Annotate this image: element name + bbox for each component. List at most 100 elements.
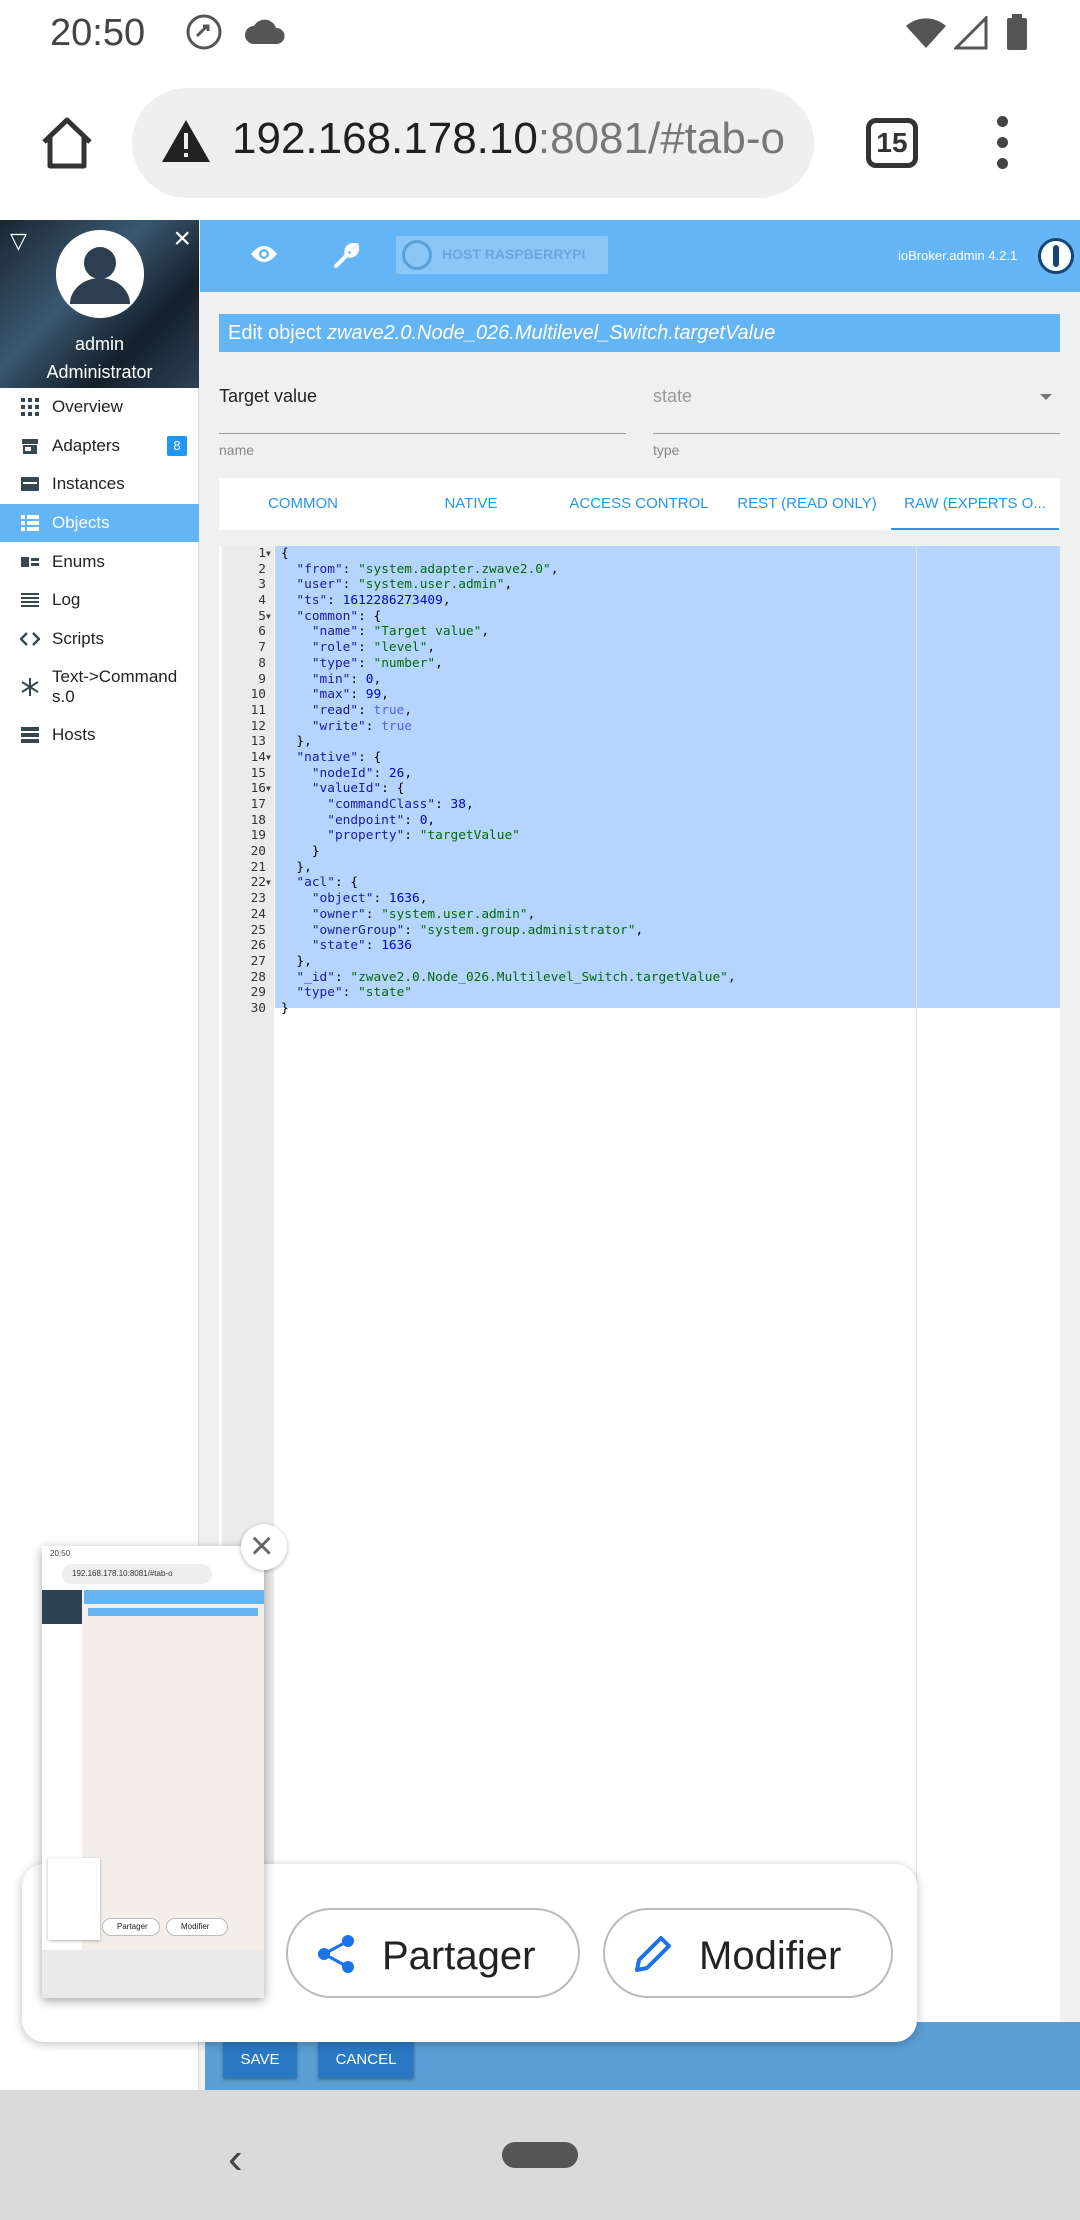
line-number: 13 [250, 734, 266, 750]
version-label: ioBroker.admin 4.2.1 [898, 248, 1018, 263]
eye-icon[interactable] [250, 244, 278, 269]
edit-button[interactable]: Modifier [603, 1908, 893, 1998]
thumb-edit-button: Modifier [166, 1918, 228, 1936]
fold-arrow-icon[interactable]: ▼ [266, 546, 271, 562]
sidebar-item-label: Instances [52, 474, 125, 494]
tab-rest[interactable]: REST (READ ONLY) [723, 478, 891, 530]
tab-native[interactable]: NATIVE [387, 478, 555, 530]
line-number: 15 [250, 765, 266, 781]
code-text: "write": true [311, 718, 413, 734]
close-sidebar-icon[interactable]: × [173, 222, 191, 256]
json-editor[interactable]: 1 ▼{2 "from": "system.adapter.zwave2.0", 3… [219, 546, 1060, 2076]
battery-icon [1006, 14, 1028, 55]
avatar [56, 230, 144, 318]
type-select[interactable]: state [653, 374, 1060, 434]
code-text: } [281, 1000, 289, 1016]
iobroker-logo-icon [402, 240, 432, 270]
save-button[interactable]: SAVE [223, 2042, 297, 2078]
thumb-navbar [42, 1950, 264, 1998]
line-number: 16 [250, 781, 266, 797]
share-button[interactable]: Partager [286, 1908, 580, 1998]
code-text: "role": "level", [311, 640, 436, 656]
screenshot-thumbnail[interactable]: 20:50 192.168.178.10:8081/#tab-o Partage… [42, 1546, 264, 1998]
host-selector[interactable]: HOST RASPBERRYPI [396, 236, 608, 274]
fold-arrow-icon[interactable]: ▼ [266, 750, 271, 766]
fold-arrow-icon[interactable]: ▼ [266, 609, 271, 625]
line-number: 6 [258, 624, 266, 640]
sidebar-item-enums[interactable]: Enums [0, 542, 199, 581]
code-text: "nodeId": 26, [311, 765, 413, 781]
sidebar-item-log[interactable]: Log [0, 581, 199, 620]
fold-arrow-icon[interactable]: ▼ [266, 875, 271, 891]
code-text: "commandClass": 38, [327, 797, 474, 812]
print-margin [916, 546, 917, 2076]
name-value: Target value [219, 386, 318, 406]
code-text: "object": 1636, [311, 891, 428, 907]
line-number: 18 [250, 812, 266, 828]
line-number: 7 [258, 640, 266, 656]
share-label: Partager [382, 1934, 536, 1978]
sidebar-item-scripts[interactable]: Scripts [0, 620, 199, 659]
code-text: "owner": "system.user.admin", [311, 906, 536, 922]
code-text: } [281, 844, 320, 860]
line-number: 1 [258, 546, 266, 561]
line-number: 24 [250, 906, 266, 922]
warning-icon [160, 118, 212, 169]
code-text: "ts": 1612286273409, [296, 593, 451, 609]
user-name: admin [74, 334, 125, 354]
tab-switcher-button[interactable]: 15 [866, 118, 918, 168]
dialog-title: Edit object zwave2.0.Node_026.Multilevel… [219, 314, 1060, 352]
sidebar-item-label: Adapters [52, 435, 121, 455]
wrench-icon[interactable] [332, 242, 360, 275]
url-bar[interactable]: 192.168.178.10:8081/#tab-o [132, 88, 814, 198]
sidebar-item-objects[interactable]: Objects [0, 503, 199, 543]
type-label: type [653, 442, 680, 458]
sidebar-item-label: Hosts [52, 725, 96, 745]
user-role: Administrator [46, 362, 153, 382]
cancel-button[interactable]: CANCEL [318, 2042, 414, 2078]
home-icon[interactable] [36, 112, 98, 174]
sidebar-item-adapters[interactable]: Adapters 8 [0, 427, 199, 466]
line-number: 3 [258, 577, 266, 593]
top-toolbar: HOST RASPBERRYPI ioBroker.admin 4.2.1 [200, 220, 1080, 292]
name-field[interactable]: Target value [219, 374, 626, 434]
url-text: 192.168.178.10:8081/#tab-o [232, 114, 785, 163]
line-number: 23 [250, 891, 266, 907]
share-icon [318, 1935, 354, 1973]
browser-toolbar: 192.168.178.10:8081/#tab-o 15 [0, 66, 1080, 220]
sidebar-item-label: Text->Commands.0 [52, 667, 178, 707]
home-pill[interactable] [502, 2142, 578, 2168]
line-number: 12 [250, 718, 266, 734]
overflow-menu-icon[interactable] [990, 116, 1014, 176]
lines-icon [21, 593, 39, 608]
line-number: 5 [258, 608, 266, 624]
name-label: name [219, 442, 255, 458]
hosts-icon [21, 727, 39, 744]
sidebar-item-hosts[interactable]: Hosts [0, 716, 199, 755]
edit-label: Modifier [699, 1934, 842, 1978]
back-icon[interactable]: ‹ [228, 2134, 243, 2184]
status-bar: 20:50 [0, 0, 1080, 66]
enum-icon [21, 556, 39, 567]
sidebar-item-text-commands[interactable]: Text->Commands.0 [0, 658, 199, 716]
code-text: }, [281, 859, 312, 875]
iobroker-brand-icon [1038, 238, 1074, 274]
code-text: "max": 99, [311, 687, 389, 703]
fold-arrow-icon[interactable]: ▼ [266, 781, 271, 797]
code-text: { [281, 546, 289, 561]
adapters-badge: 8 [167, 435, 187, 456]
triangle-icon[interactable]: ▽ [10, 228, 27, 254]
line-number: 4 [258, 593, 266, 609]
sidebar-item-overview[interactable]: Overview [0, 388, 199, 427]
tab-raw[interactable]: RAW (EXPERTS O... [891, 478, 1059, 530]
code-text: "endpoint": 0, [327, 812, 436, 828]
tab-access-control[interactable]: ACCESS CONTROL [555, 478, 723, 530]
dropdown-arrow-icon [1040, 394, 1052, 400]
grid-icon [21, 398, 39, 417]
line-number: 20 [250, 844, 266, 860]
dismiss-screenshot-button[interactable]: × [241, 1524, 287, 1570]
tab-common[interactable]: COMMON [219, 478, 387, 530]
sidebar-item-instances[interactable]: Instances [0, 465, 199, 504]
user-profile: ▽ × admin Administrator [0, 220, 199, 388]
sidebar-item-label: Overview [52, 397, 123, 417]
